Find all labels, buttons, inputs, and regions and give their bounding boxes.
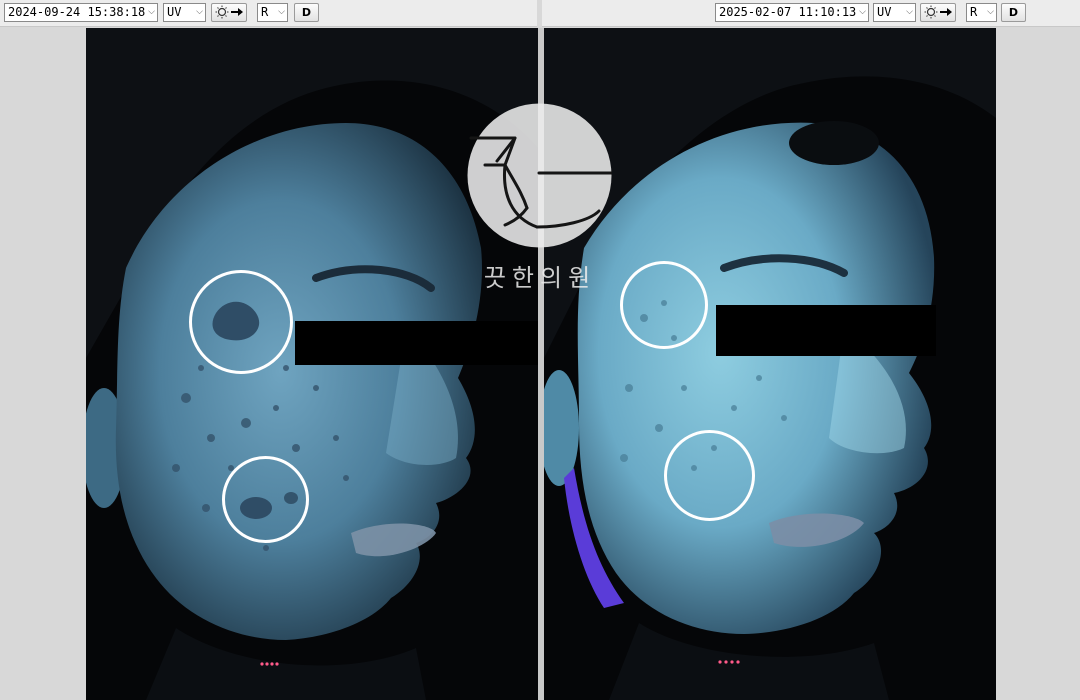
left-light-export-button[interactable] [211, 3, 247, 22]
left-lesion-circle-lower [222, 456, 309, 543]
left-mode-select[interactable]: UV ⌵ [163, 3, 206, 22]
left-side-value: R [261, 5, 269, 19]
right-d-button[interactable]: D [1001, 3, 1026, 22]
left-side-select[interactable]: R ⌵ [257, 3, 288, 22]
right-lesion-circle-lower [664, 430, 755, 521]
left-date-value: 2024-09-24 15:38:18 [8, 5, 146, 19]
right-light-export-button[interactable] [920, 3, 956, 22]
left-mode-value: UV [167, 5, 182, 19]
right-date-select[interactable]: 2025-02-07 11:10:13 ⌵ [715, 3, 869, 22]
right-mode-value: UV [877, 5, 892, 19]
bulb-arrow-icon [924, 5, 952, 19]
chevron-down-icon: ⌵ [906, 7, 913, 17]
left-d-button[interactable]: D [294, 3, 319, 22]
left-lesion-circle-upper [189, 270, 293, 374]
right-toolbar: 2025-02-07 11:10:13 ⌵ UV ⌵ R ⌵ D [542, 0, 1080, 27]
left-toolbar: 2024-09-24 15:38:18 ⌵ UV ⌵ R ⌵ D [0, 0, 537, 27]
chevron-down-icon: ⌵ [987, 7, 994, 17]
right-side-value: R [970, 5, 978, 19]
clinic-logo-icon [467, 103, 612, 248]
right-date-value: 2025-02-07 11:10:13 [719, 5, 857, 19]
right-d-label: D [1008, 6, 1019, 19]
chevron-down-icon: ⌵ [278, 7, 285, 17]
right-eye-censor-bar [716, 305, 936, 356]
left-eye-censor-bar [295, 321, 538, 365]
right-mode-select[interactable]: UV ⌵ [873, 3, 916, 22]
left-date-select[interactable]: 2024-09-24 15:38:18 ⌵ [4, 3, 158, 22]
left-d-label: D [301, 6, 312, 19]
bulb-arrow-icon [215, 5, 243, 19]
clinic-name-watermark: 끗한의원 [483, 264, 597, 292]
chevron-down-icon: ⌵ [196, 7, 203, 17]
right-side-select[interactable]: R ⌵ [966, 3, 997, 22]
chevron-down-icon: ⌵ [859, 7, 866, 17]
chevron-down-icon: ⌵ [148, 7, 155, 17]
